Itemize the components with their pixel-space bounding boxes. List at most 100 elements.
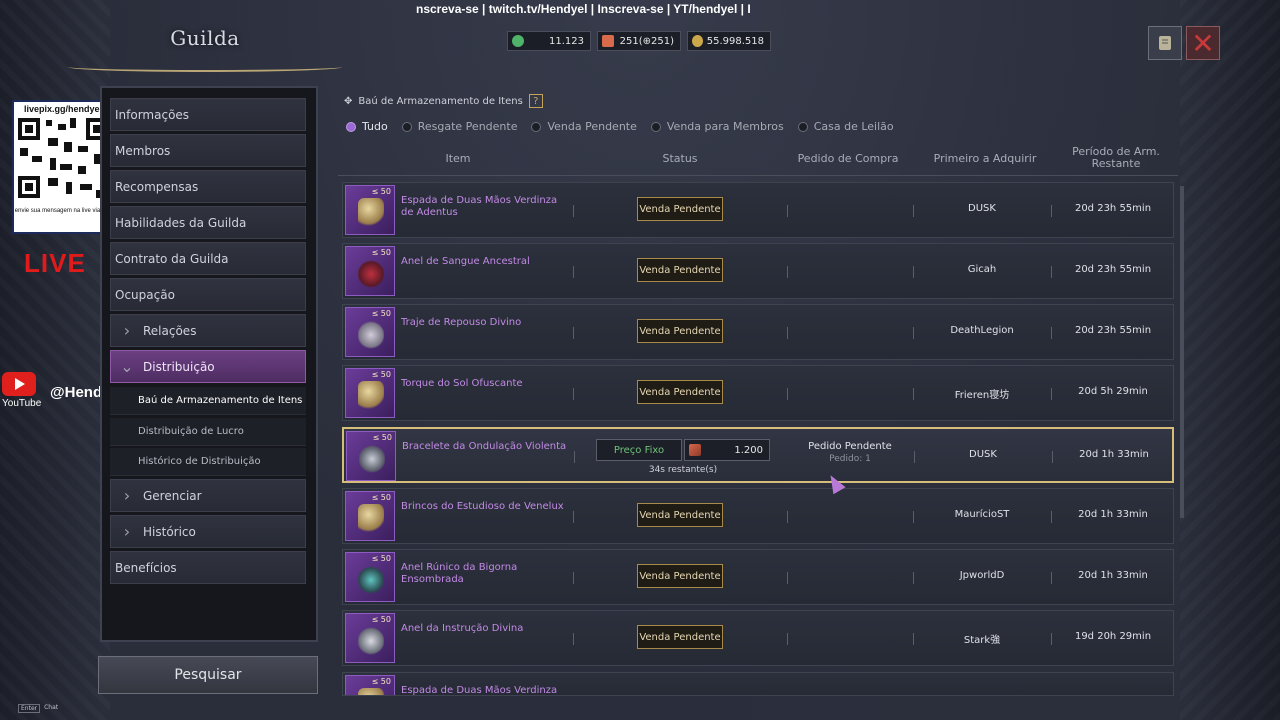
fixed-price-button[interactable]: Preço Fixo — [596, 439, 682, 461]
filter-casa-leilao[interactable]: Casa de Leilão — [797, 120, 894, 133]
window-title-text: Guilda — [170, 26, 240, 50]
divider — [913, 205, 914, 217]
menu-item-label: Ocupação — [115, 287, 175, 302]
filter-resgate-pendente[interactable]: Resgate Pendente — [401, 120, 518, 133]
ring-icon — [358, 259, 384, 289]
radio-icon — [346, 121, 356, 132]
menu-item-relacoes[interactable]: › Relações — [110, 314, 306, 347]
item-thumbnail: ≤ 50 — [345, 368, 395, 418]
chevron-right-icon: › — [123, 522, 131, 541]
item-level: ≤ 50 — [371, 187, 391, 196]
radio-icon — [401, 121, 412, 132]
item-thumbnail: ≤ 50 — [345, 307, 395, 357]
purchase-order: Pedido Pendente Pedido: 1 — [790, 441, 910, 464]
help-icon[interactable]: ? — [528, 94, 543, 108]
menu-item-label: Contrato da Guilda — [115, 251, 229, 266]
column-header-pedido: Pedido de Compra — [797, 152, 899, 165]
filter-venda-pendente[interactable]: Venda Pendente — [531, 120, 637, 133]
filter-label: Resgate Pendente — [417, 120, 518, 133]
divider — [1051, 633, 1052, 645]
divider — [913, 266, 914, 278]
first-buyer: MaurícioST — [954, 509, 1010, 520]
first-buyer: JpworldD — [959, 570, 1005, 581]
item-level: ≤ 50 — [371, 309, 391, 318]
divider — [787, 327, 788, 339]
divider — [1051, 388, 1052, 400]
section-title-text: Baú de Armazenamento de Itens — [358, 95, 523, 107]
menu-item-habilidades[interactable]: Habilidades da Guilda — [110, 206, 306, 239]
youtube-logo: YouTube — [2, 372, 42, 412]
menu-item-gerenciar[interactable]: › Gerenciar — [110, 479, 306, 512]
table-row[interactable]: ≤ 50 Anel de Sangue Ancestral Venda Pend… — [342, 243, 1174, 299]
chat-label[interactable]: Chat — [44, 704, 58, 713]
storage-period: 20d 1h 33min — [1079, 449, 1149, 460]
menu-item-historico[interactable]: › Histórico — [110, 515, 306, 548]
divider — [573, 266, 574, 278]
item-name: Bracelete da Ondulação Violenta — [402, 441, 567, 452]
menu-item-distribuicao[interactable]: ⌄ Distribuição — [110, 350, 306, 383]
scrollbar[interactable] — [1180, 186, 1184, 518]
menu-item-recompensas[interactable]: Recompensas — [110, 170, 306, 203]
price-value: 1.200 — [734, 444, 763, 456]
menu-item-informacoes[interactable]: Informações — [110, 98, 306, 131]
submenu-item-bau[interactable]: Baú de Armazenamento de Itens — [110, 387, 306, 415]
divider — [787, 388, 788, 400]
table-row[interactable]: ≤ 50 Torque do Sol Ofuscante Venda Pende… — [342, 365, 1174, 421]
qr-title: livepix.gg/hendyel — [23, 104, 103, 114]
storage-period: 20d 23h 55min — [1074, 325, 1152, 336]
submenu-item-historico-distribuicao[interactable]: Histórico de Distribuição — [110, 448, 306, 476]
search-button[interactable]: Pesquisar — [98, 656, 318, 694]
bracelet-icon — [359, 444, 385, 474]
submenu-item-label: Histórico de Distribuição — [138, 456, 261, 467]
radio-icon — [650, 121, 661, 132]
currency-gold: 55.998.518 — [687, 31, 771, 51]
table-row[interactable]: ≤ 50 Anel da Instrução Divina Venda Pend… — [342, 610, 1174, 666]
scroll-book-button[interactable] — [1148, 26, 1182, 60]
currency-value: 11.123 — [549, 35, 584, 47]
scroll-icon — [1159, 36, 1171, 50]
order-status: Pedido Pendente — [808, 441, 892, 452]
item-name: Anel Rúnico da Bigorna Ensombrada — [401, 562, 518, 585]
currency-value: 55.998.518 — [706, 35, 764, 47]
table-row[interactable]: ≤ 50 Traje de Repouso Divino Venda Pende… — [342, 304, 1174, 360]
price-field[interactable]: 1.200 — [684, 439, 770, 461]
status-badge: Venda Pendente — [637, 564, 723, 588]
menu-item-beneficios[interactable]: Benefícios — [110, 551, 306, 584]
divider — [914, 451, 915, 463]
table-row[interactable]: ≤ 50 Brincos do Estudioso de Venelux Ven… — [342, 488, 1174, 544]
table-row[interactable]: ≤ 50 Espada de Duas Mãos Verdinza de Ade… — [342, 182, 1174, 238]
menu-item-ocupacao[interactable]: Ocupação — [110, 278, 306, 311]
youtube-label: YouTube — [2, 398, 42, 409]
order-count: Pedido: 1 — [829, 454, 871, 464]
radio-icon — [797, 121, 808, 132]
divider — [787, 266, 788, 278]
stream-banner: nscreva-se | twitch.tv/Hendyel | Inscrev… — [416, 2, 751, 16]
filter-tudo[interactable]: Tudo — [346, 120, 388, 133]
menu-item-label: Distribuição — [143, 359, 215, 374]
section-title: ✥ Baú de Armazenamento de Itens ? — [344, 94, 543, 108]
armor-icon — [358, 320, 384, 350]
status-badge: Venda Pendente — [637, 319, 723, 343]
item-thumbnail: ≤ 50 — [345, 246, 395, 296]
table-row[interactable]: ≤ 50 Anel Rúnico da Bigorna Ensombrada V… — [342, 549, 1174, 605]
divider — [1051, 511, 1052, 523]
time-remaining: 34s restante(s) — [648, 465, 718, 475]
menu-item-contrato[interactable]: Contrato da Guilda — [110, 242, 306, 275]
item-thumbnail: ≤ 50 — [345, 613, 395, 663]
item-name: Torque do Sol Ofuscante — [401, 378, 523, 389]
item-thumbnail: ≤ 50 — [345, 185, 395, 235]
table-row[interactable]: ≤ 50 Espada de Duas Mãos Verdinza de — [342, 672, 1174, 696]
menu-item-label: Relações — [143, 323, 197, 338]
submenu-item-distribuicao-lucro[interactable]: Distribuição de Lucro — [110, 418, 306, 446]
column-header-periodo: Período de Arm. Restante — [1072, 145, 1160, 170]
earring-icon — [358, 504, 384, 534]
filter-venda-membros[interactable]: Venda para Membros — [650, 120, 784, 133]
close-button[interactable]: ✕ — [1186, 26, 1220, 60]
menu-item-membros[interactable]: Membros — [110, 134, 306, 167]
divider — [1051, 572, 1052, 584]
radio-icon — [531, 121, 542, 132]
table-row-selected[interactable]: ≤ 50 Bracelete da Ondulação Violenta Pre… — [342, 427, 1174, 483]
item-level: ≤ 50 — [371, 493, 391, 502]
filter-radio-group: Tudo Resgate Pendente Venda Pendente Ven… — [346, 120, 894, 133]
menu-item-label: Recompensas — [115, 179, 199, 194]
